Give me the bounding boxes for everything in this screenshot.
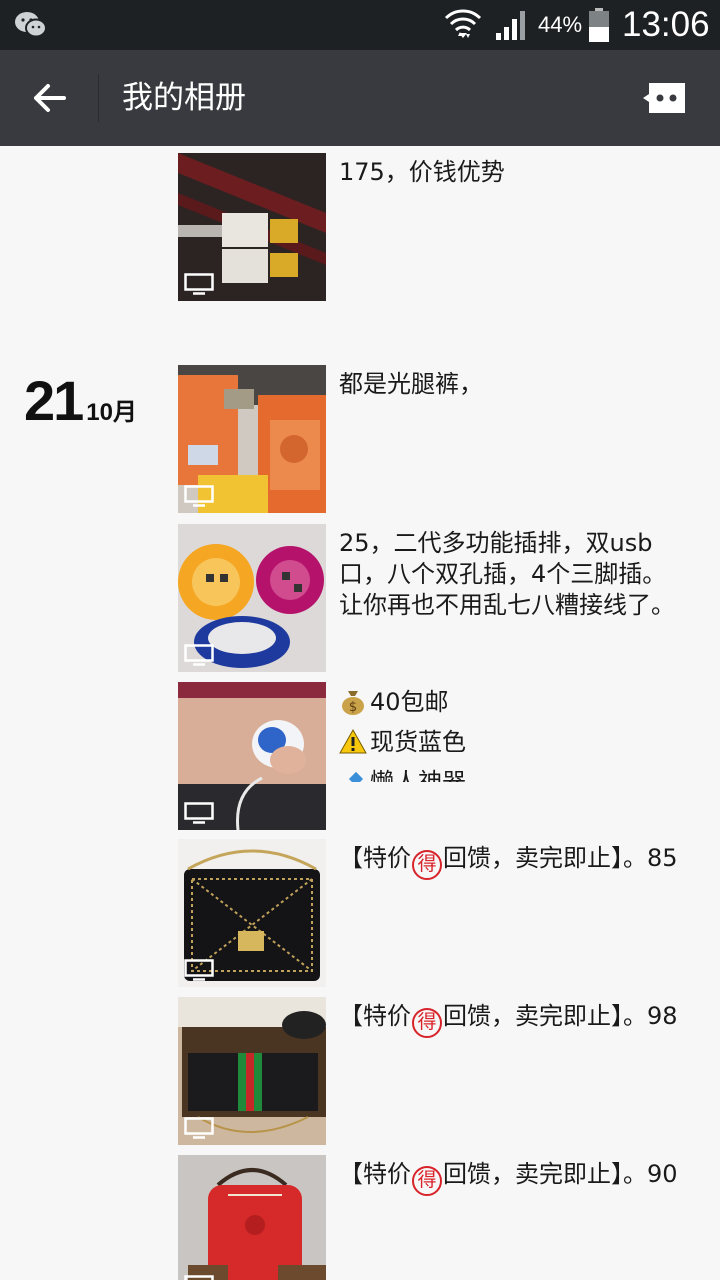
album-timeline[interactable]: 21 10月 175，价钱优势 都是光腿裤， 25，二代多功能插排，双usb口，… bbox=[0, 146, 720, 1280]
video-icon bbox=[184, 802, 214, 824]
album-post[interactable]: $ 40包邮 现货蓝色 懒人神器．。． bbox=[178, 682, 698, 830]
caption-text: 【特价 bbox=[339, 1002, 411, 1030]
post-caption: 175，价钱优势 bbox=[339, 158, 505, 186]
caption-text: 【特价 bbox=[339, 1160, 411, 1188]
post-caption: $ 40包邮 现货蓝色 懒人神器．。． bbox=[339, 682, 679, 782]
red-backpack-photo bbox=[178, 1155, 326, 1280]
caption-text: 回馈，卖完即止】。90 bbox=[443, 1160, 678, 1188]
album-post[interactable]: 【特价得回馈，卖完即止】。98 bbox=[178, 997, 698, 1145]
post-caption: 【特价得回馈，卖完即止】。98 bbox=[339, 1001, 679, 1038]
album-post[interactable]: 25，二代多功能插排，双usb口，八个双孔插，4个三脚插。让你再也不用乱七八糟接… bbox=[178, 524, 698, 672]
caption-text: 懒人神器．。． bbox=[370, 767, 514, 783]
de-badge-icon: 得 bbox=[412, 1165, 442, 1196]
caption-text: 现货蓝色 bbox=[370, 727, 466, 756]
video-icon bbox=[184, 644, 214, 666]
album-post[interactable]: 【特价得回馈，卖完即止】。90 bbox=[178, 1155, 698, 1280]
title-bar: 我的相册 bbox=[0, 50, 720, 146]
video-icon bbox=[184, 959, 214, 981]
battery-percent: 44% bbox=[538, 12, 583, 37]
back-button[interactable] bbox=[0, 50, 98, 146]
album-post[interactable]: 都是光腿裤， bbox=[178, 365, 698, 513]
post-caption: 【特价得回馈，卖完即止】。85 bbox=[339, 843, 679, 880]
wifi-icon bbox=[444, 9, 482, 38]
money-bag-icon: $ bbox=[342, 691, 364, 715]
date-header: 21 10月 bbox=[24, 368, 137, 433]
date-day: 21 bbox=[24, 369, 84, 432]
arrow-left-icon bbox=[34, 84, 66, 112]
caption-text: 回馈，卖完即止】。85 bbox=[443, 844, 678, 872]
status-bar: 44% 13:06 bbox=[0, 0, 720, 50]
satellite-icon bbox=[348, 771, 364, 782]
title-divider bbox=[98, 74, 99, 122]
post-thumbnail[interactable] bbox=[178, 153, 326, 301]
caption-line: $ 40包邮 bbox=[339, 682, 679, 722]
post-thumbnail[interactable] bbox=[178, 839, 326, 987]
date-month: 10月 bbox=[86, 399, 137, 426]
video-icon bbox=[184, 1275, 214, 1280]
message-bubble-icon bbox=[643, 83, 685, 113]
post-thumbnail[interactable] bbox=[178, 1155, 326, 1280]
post-thumbnail[interactable] bbox=[178, 365, 326, 513]
album-post[interactable]: 175，价钱优势 bbox=[178, 153, 698, 301]
battery-icon bbox=[589, 8, 609, 42]
de-badge-icon: 得 bbox=[412, 1007, 442, 1038]
svg-text:$: $ bbox=[349, 700, 357, 715]
post-caption: 【特价得回馈，卖完即止】。90 bbox=[339, 1159, 679, 1196]
post-thumbnail[interactable] bbox=[178, 524, 326, 672]
post-thumbnail[interactable] bbox=[178, 997, 326, 1145]
post-caption: 25，二代多功能插排，双usb口，八个双孔插，4个三脚插。让你再也不用乱七八糟接… bbox=[339, 529, 675, 619]
video-icon bbox=[184, 485, 214, 507]
caption-text: 回馈，卖完即止】。98 bbox=[443, 1002, 678, 1030]
caption-line: 现货蓝色 bbox=[339, 722, 679, 762]
video-icon bbox=[184, 273, 214, 295]
signal-icon bbox=[496, 11, 525, 40]
album-post[interactable]: 【特价得回馈，卖完即止】。85 bbox=[178, 839, 698, 987]
wechat-icon bbox=[15, 12, 47, 38]
de-badge-icon: 得 bbox=[412, 849, 442, 880]
caption-text: 【特价 bbox=[339, 844, 411, 872]
video-icon bbox=[184, 1117, 214, 1139]
post-caption: 都是光腿裤， bbox=[339, 370, 483, 398]
caption-line: 懒人神器．。． bbox=[339, 762, 679, 782]
message-button[interactable] bbox=[626, 68, 706, 128]
clock-time: 13:06 bbox=[622, 5, 710, 44]
post-thumbnail[interactable] bbox=[178, 682, 326, 830]
caption-text: 40包邮 bbox=[370, 687, 449, 716]
page-title: 我的相册 bbox=[122, 80, 246, 116]
warning-icon bbox=[339, 728, 367, 754]
